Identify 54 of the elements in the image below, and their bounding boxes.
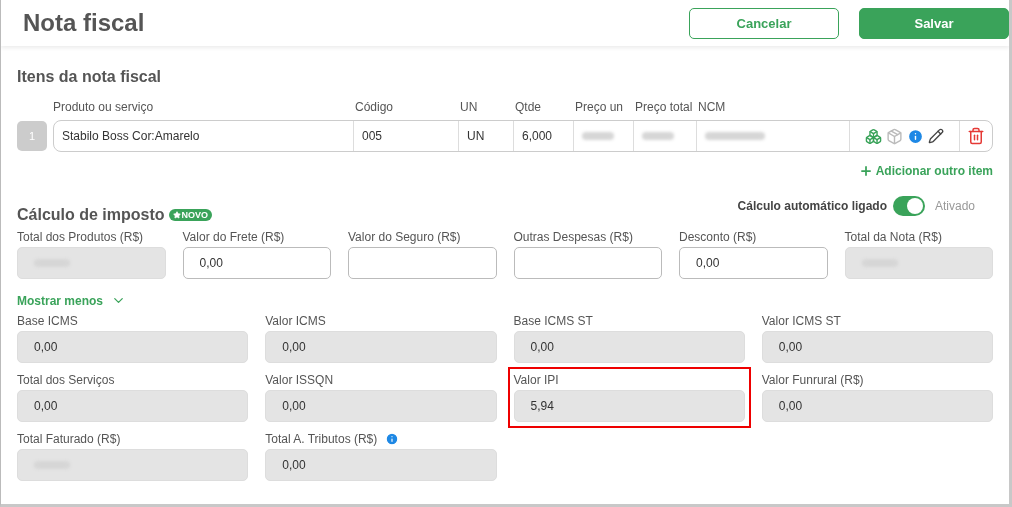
field-label: Valor Funrural (R$) xyxy=(761,373,864,387)
column-header: Código xyxy=(355,100,394,114)
item-cell[interactable]: Stabilo Boss Cor:Amarelo xyxy=(54,121,354,151)
field-label: Valor IPI xyxy=(513,373,559,387)
toggle-switch[interactable] xyxy=(892,196,925,216)
field-label: Valor do Frete (R$) xyxy=(182,230,286,244)
info-icon[interactable] xyxy=(385,432,400,446)
input-field: 0,00 xyxy=(513,331,745,363)
field-label: Total da Nota (R$) xyxy=(844,230,943,244)
input-field: 5,94 xyxy=(513,390,745,422)
new-badge: NOVO xyxy=(168,209,213,221)
item-cell[interactable]: 005 xyxy=(354,121,459,151)
input-field: 0,00 xyxy=(17,331,249,363)
input-field: 0,00 xyxy=(17,390,249,422)
section-title: Itens da nota fiscal xyxy=(17,68,163,86)
column-header: NCM xyxy=(698,100,726,114)
input-field: 0,00 xyxy=(265,390,497,422)
toggle-state: Ativado xyxy=(934,199,975,213)
field-label: Total dos Serviços xyxy=(17,373,115,387)
column-header: Qtde xyxy=(515,100,541,114)
auto-calc-label: Cálculo automático ligado xyxy=(737,199,887,213)
input-field: 0,00 xyxy=(265,331,497,363)
page-title: Nota fiscal xyxy=(23,9,146,37)
column-header: Preço un xyxy=(575,100,624,114)
input-field[interactable]: 0,00 xyxy=(679,247,828,279)
column-header: UN xyxy=(460,100,478,114)
box-icon[interactable] xyxy=(886,127,903,145)
field-label: Valor ICMS xyxy=(265,314,326,328)
input-field: 0,00 xyxy=(761,331,993,363)
field-label: Valor do Seguro (R$) xyxy=(348,230,462,244)
boxes-icon[interactable] xyxy=(865,127,882,145)
field-label: Total A. Tributos (R$) xyxy=(265,432,378,446)
field-label: Valor ICMS ST xyxy=(761,314,841,328)
input-field[interactable] xyxy=(513,247,662,279)
column-header: Preço total xyxy=(635,100,693,114)
item-cell[interactable]: UN xyxy=(459,121,514,151)
plus-icon xyxy=(858,164,873,178)
field-label: Total Faturado (R$) xyxy=(17,432,121,446)
field-label: Outras Despesas (R$) xyxy=(513,230,634,244)
pencil-icon[interactable] xyxy=(928,128,944,144)
field-label: Base ICMS ST xyxy=(513,314,593,328)
section-title: Cálculo de imposto xyxy=(17,206,165,224)
trash-icon[interactable] xyxy=(967,127,985,145)
input-field[interactable]: 0,00 xyxy=(182,247,331,279)
input-field: 0,00 xyxy=(265,449,497,481)
input-field[interactable] xyxy=(348,247,497,279)
info-icon[interactable] xyxy=(907,127,924,145)
field-label: Valor ISSQN xyxy=(265,373,334,387)
item-cell[interactable]: 6,000 xyxy=(514,121,574,151)
field-label: Base ICMS xyxy=(17,314,78,328)
field-label: Desconto (R$) xyxy=(679,230,758,244)
input-field: 0,00 xyxy=(761,390,993,422)
column-header: Produto ou serviço xyxy=(53,100,154,114)
field-label: Total dos Produtos (R$) xyxy=(17,230,145,244)
